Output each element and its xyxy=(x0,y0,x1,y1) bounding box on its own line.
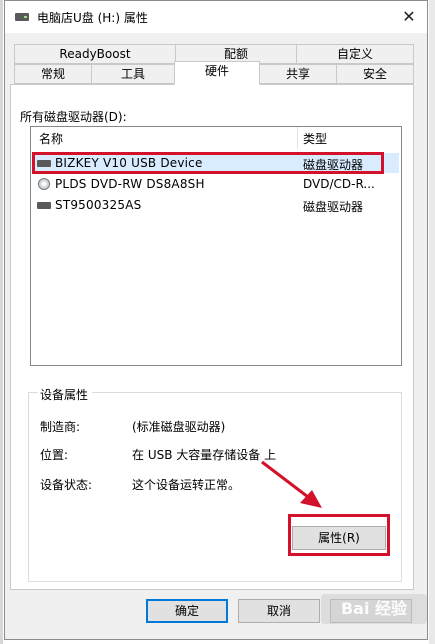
annotation-arrow xyxy=(261,460,322,508)
baidu-watermark: Bai 经验 xyxy=(321,594,427,624)
